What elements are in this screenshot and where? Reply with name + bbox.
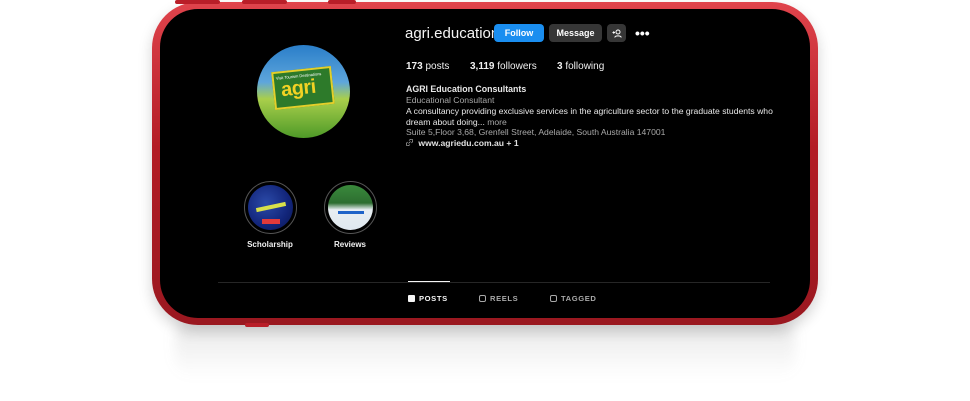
highlight-cover xyxy=(327,185,373,230)
highlight-ring xyxy=(323,181,377,234)
action-button xyxy=(328,0,356,4)
profile-category: Educational Consultant xyxy=(406,95,495,105)
profile-bio: A consultancy providing exclusive servic… xyxy=(406,106,786,128)
tab-label: POSTS xyxy=(419,294,448,303)
link-extra: + 1 xyxy=(506,138,519,148)
highlight-cover xyxy=(247,185,293,230)
follow-button[interactable]: Follow xyxy=(494,24,544,42)
posts-label: posts xyxy=(425,61,450,72)
bio-text: A consultancy providing exclusive servic… xyxy=(406,106,773,127)
tab-reels[interactable]: REELS xyxy=(479,294,518,303)
followers-label: followers xyxy=(497,61,537,72)
posts-count: 173 xyxy=(406,61,423,72)
tabs-divider xyxy=(218,282,770,283)
bio-more-link[interactable]: more xyxy=(487,117,507,127)
following-label: following xyxy=(565,61,605,72)
highlight-label: Reviews xyxy=(333,240,367,249)
link-text: www.agriedu.com.au xyxy=(418,138,505,148)
tab-posts[interactable]: POSTS xyxy=(408,294,448,303)
profile-username: agri.education xyxy=(405,25,500,42)
phone-reflection xyxy=(175,318,795,378)
phone-screen: Visit Tourism Destinations agri agri.edu… xyxy=(160,9,810,318)
profile-link[interactable]: www.agriedu.com.au + 1 xyxy=(405,138,806,149)
more-options-icon[interactable]: ••• xyxy=(635,25,650,41)
agri-logo: Visit Tourism Destinations agri xyxy=(271,65,335,111)
tab-label: TAGGED xyxy=(561,294,597,303)
tab-label: REELS xyxy=(490,294,519,303)
followers-count: 3,119 xyxy=(470,61,495,72)
tagged-icon xyxy=(550,295,557,302)
side-button xyxy=(245,323,269,327)
profile-display-name: AGRI Education Consultants xyxy=(406,84,527,94)
profile-avatar[interactable]: Visit Tourism Destinations agri xyxy=(257,45,350,138)
followers-stat[interactable]: 3,119 followers xyxy=(470,61,537,72)
following-stat[interactable]: 3 following xyxy=(557,61,604,72)
profile-address: Suite 5,Floor 3,68, Grenfell Street, Ade… xyxy=(406,127,666,137)
add-user-button[interactable] xyxy=(607,24,626,42)
volume-button xyxy=(175,0,220,4)
logo-word: agri xyxy=(279,75,317,102)
link-icon xyxy=(405,138,415,148)
active-tab-indicator xyxy=(408,281,450,282)
grid-icon xyxy=(408,295,415,302)
highlight-ring xyxy=(243,181,297,234)
add-user-icon xyxy=(612,29,622,38)
tab-tagged[interactable]: TAGGED xyxy=(550,294,597,303)
following-count: 3 xyxy=(557,61,563,72)
highlight-label: Scholarship xyxy=(247,240,293,249)
highlight-scholarship[interactable]: Scholarship xyxy=(239,181,301,249)
volume-button xyxy=(242,0,287,4)
message-button[interactable]: Message xyxy=(549,24,602,42)
highlight-reviews[interactable]: Reviews xyxy=(319,181,381,249)
reels-icon xyxy=(479,295,486,302)
posts-stat[interactable]: 173 posts xyxy=(406,61,449,72)
